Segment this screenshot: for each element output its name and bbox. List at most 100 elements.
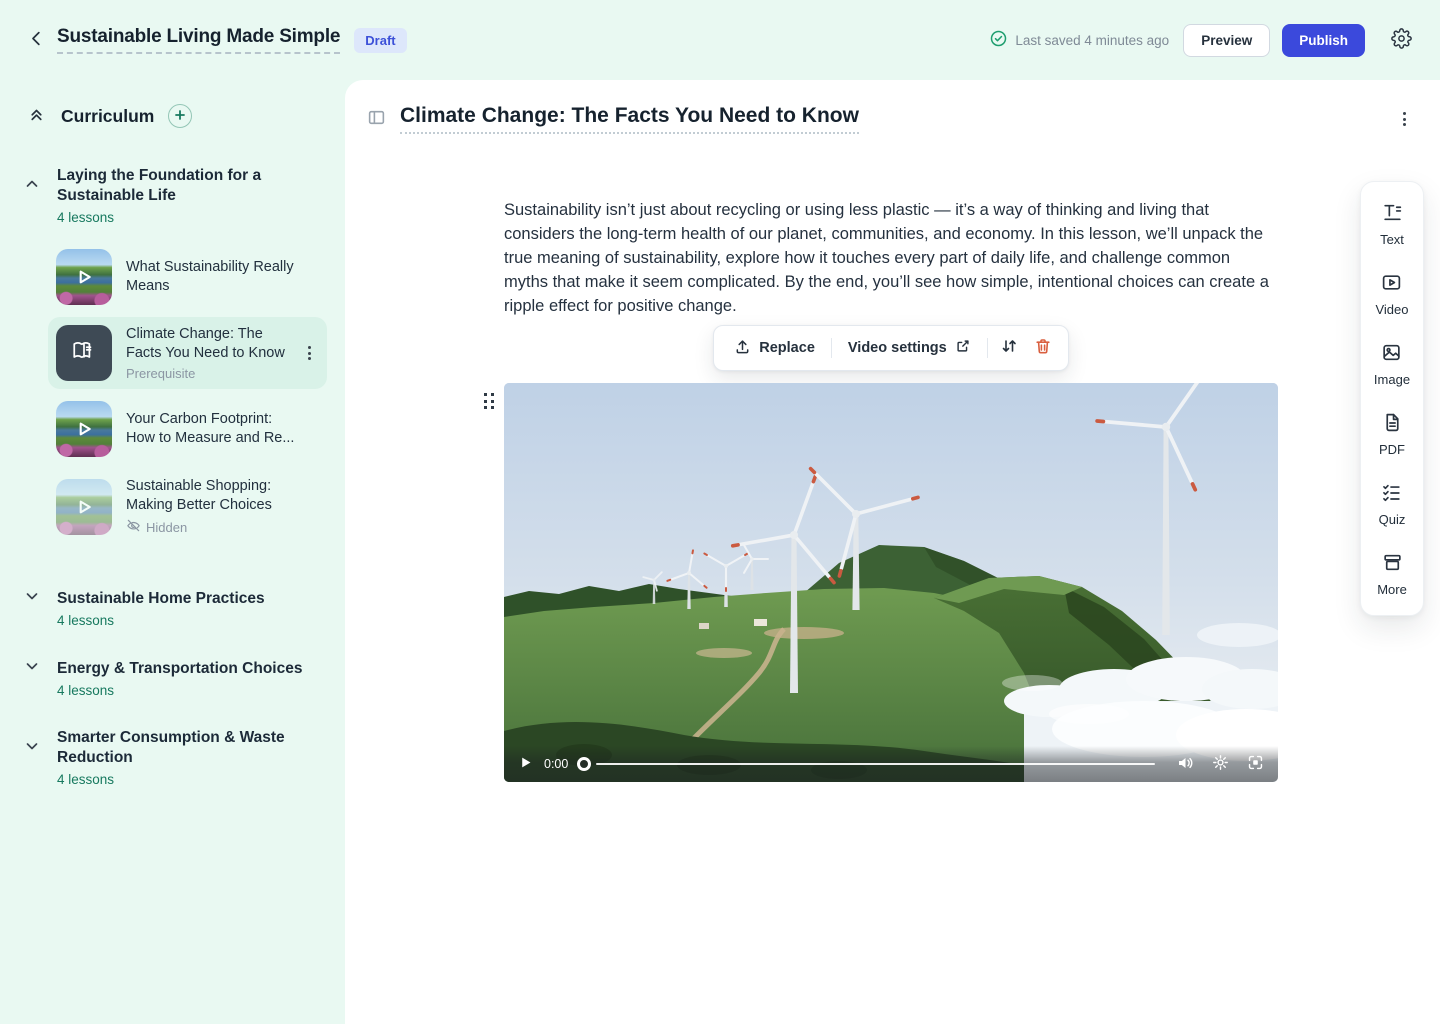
toolbar-divider	[987, 338, 988, 358]
play-overlay-icon	[56, 249, 112, 305]
replace-video-button[interactable]: Replace	[722, 334, 827, 363]
text-icon	[1382, 202, 1403, 226]
section-lesson-count: 4 lessons	[57, 772, 327, 787]
play-overlay-icon	[56, 401, 112, 457]
curriculum-section: Smarter Consumption & Waste Reduction 4 …	[24, 728, 327, 787]
lesson-title-heading[interactable]: Climate Change: The Facts You Need to Kn…	[400, 104, 859, 134]
insert-more-button[interactable]: More	[1377, 552, 1407, 597]
add-section-button[interactable]	[168, 104, 192, 128]
last-saved-text: Last saved 4 minutes ago	[1015, 33, 1169, 48]
insert-text-button[interactable]: Text	[1380, 202, 1404, 247]
video-thumbnail	[56, 401, 112, 457]
settings-gear-icon	[1212, 754, 1229, 774]
scrubber-handle[interactable]	[577, 757, 591, 771]
chevron-left-icon	[28, 30, 45, 50]
insert-video-button[interactable]: Video	[1375, 272, 1408, 317]
lesson-list: What Sustainability Really Means Climate…	[48, 241, 327, 544]
lesson-options-button[interactable]	[1399, 108, 1410, 130]
fullscreen-button[interactable]	[1245, 752, 1266, 776]
chevron-up-icon	[24, 176, 46, 197]
collapse-all-button[interactable]	[24, 102, 49, 130]
publish-button[interactable]: Publish	[1282, 24, 1365, 57]
section-title: Energy & Transportation Choices	[57, 659, 327, 679]
lesson-content: Sustainability isn’t just about recyclin…	[504, 198, 1278, 782]
upload-icon	[734, 338, 751, 359]
course-editor-app: Sustainable Living Made Simple Draft Las…	[0, 0, 1440, 1024]
lesson-intro-paragraph[interactable]: Sustainability isn’t just about recyclin…	[504, 198, 1278, 318]
insert-block-panel: Text Video Image PDF	[1360, 181, 1424, 616]
book-open-icon	[71, 338, 97, 369]
section-title: Sustainable Home Practices	[57, 589, 327, 609]
video-block-toolbar: Replace Video settings	[713, 325, 1068, 371]
toggle-sidebar-button[interactable]	[363, 104, 390, 134]
lesson-title: Your Carbon Footprint: How to Measure an…	[126, 410, 297, 448]
lesson-title: Climate Change: The Facts You Need to Kn…	[126, 325, 297, 363]
lesson-badge: Prerequisite	[126, 366, 297, 381]
curriculum-sidebar: Curriculum Laying the Foundation for a S…	[0, 80, 345, 1024]
insert-image-button[interactable]: Image	[1374, 342, 1410, 387]
chevron-down-icon	[24, 588, 46, 609]
video-thumbnail	[56, 249, 112, 305]
lesson-editor-panel: Climate Change: The Facts You Need to Kn…	[345, 80, 1440, 1024]
section-lesson-count: 4 lessons	[57, 613, 327, 628]
move-block-button[interactable]	[992, 333, 1026, 363]
play-icon	[518, 755, 533, 773]
back-button[interactable]	[24, 26, 49, 54]
volume-button[interactable]	[1174, 752, 1196, 777]
current-time: 0:00	[544, 757, 568, 771]
lesson-menu-button[interactable]	[304, 342, 315, 364]
video-thumbnail	[56, 479, 112, 535]
top-bar: Sustainable Living Made Simple Draft Las…	[0, 0, 1440, 80]
play-overlay-icon	[56, 479, 112, 535]
delete-block-button[interactable]	[1026, 333, 1060, 363]
trash-icon	[1034, 337, 1052, 359]
lesson-hidden-badge: Hidden	[126, 518, 297, 536]
section-header[interactable]: Sustainable Home Practices 4 lessons	[24, 588, 327, 628]
section-header[interactable]: Laying the Foundation for a Sustainable …	[24, 166, 327, 225]
curriculum-section: Energy & Transportation Choices 4 lesson…	[24, 658, 327, 698]
curriculum-title: Curriculum	[61, 106, 154, 127]
external-link-icon	[955, 338, 971, 358]
pdf-icon	[1382, 412, 1403, 436]
section-header[interactable]: Energy & Transportation Choices 4 lesson…	[24, 658, 327, 698]
section-header[interactable]: Smarter Consumption & Waste Reduction 4 …	[24, 728, 327, 787]
lesson-item[interactable]: What Sustainability Really Means	[48, 241, 327, 313]
fullscreen-icon	[1247, 754, 1264, 774]
drag-handle-icon[interactable]	[480, 389, 498, 413]
top-bar-actions: Last saved 4 minutes ago Preview Publish	[990, 24, 1416, 57]
section-lesson-count: 4 lessons	[57, 683, 327, 698]
volume-icon	[1176, 754, 1194, 775]
curriculum-header: Curriculum	[24, 102, 327, 130]
double-chevron-up-icon	[28, 106, 45, 126]
section-lesson-count: 4 lessons	[57, 210, 327, 225]
plus-icon	[174, 109, 186, 124]
toolbar-divider	[831, 338, 832, 358]
section-title: Smarter Consumption & Waste Reduction	[57, 728, 327, 768]
lesson-item-selected[interactable]: Climate Change: The Facts You Need to Kn…	[48, 317, 327, 389]
curriculum-section: Sustainable Home Practices 4 lessons	[24, 588, 327, 628]
lesson-item[interactable]: Your Carbon Footprint: How to Measure an…	[48, 393, 327, 465]
video-icon	[1381, 272, 1402, 296]
insert-pdf-button[interactable]: PDF	[1379, 412, 1405, 457]
eye-off-icon	[126, 518, 141, 536]
insert-quiz-button[interactable]: Quiz	[1379, 482, 1406, 527]
video-player[interactable]: 0:00	[504, 383, 1278, 782]
preview-button[interactable]: Preview	[1183, 24, 1270, 57]
video-settings-button[interactable]: Video settings	[836, 334, 983, 362]
panel-layout-icon	[367, 108, 386, 130]
lesson-item-hidden[interactable]: Sustainable Shopping: Making Better Choi…	[48, 469, 327, 544]
chevron-down-icon	[24, 738, 46, 759]
settings-button[interactable]	[1387, 24, 1416, 56]
status-badge: Draft	[354, 28, 406, 53]
playback-settings-button[interactable]	[1210, 752, 1231, 776]
image-icon	[1381, 342, 1402, 366]
video-block: 0:00	[504, 383, 1278, 782]
play-button[interactable]	[516, 753, 535, 775]
section-title: Laying the Foundation for a Sustainable …	[57, 166, 327, 206]
course-title[interactable]: Sustainable Living Made Simple	[57, 26, 340, 54]
progress-track[interactable]	[596, 763, 1155, 766]
gear-icon	[1391, 28, 1412, 52]
curriculum-section: Laying the Foundation for a Sustainable …	[24, 166, 327, 544]
chevron-down-icon	[24, 658, 46, 679]
lesson-title: Sustainable Shopping: Making Better Choi…	[126, 477, 297, 515]
